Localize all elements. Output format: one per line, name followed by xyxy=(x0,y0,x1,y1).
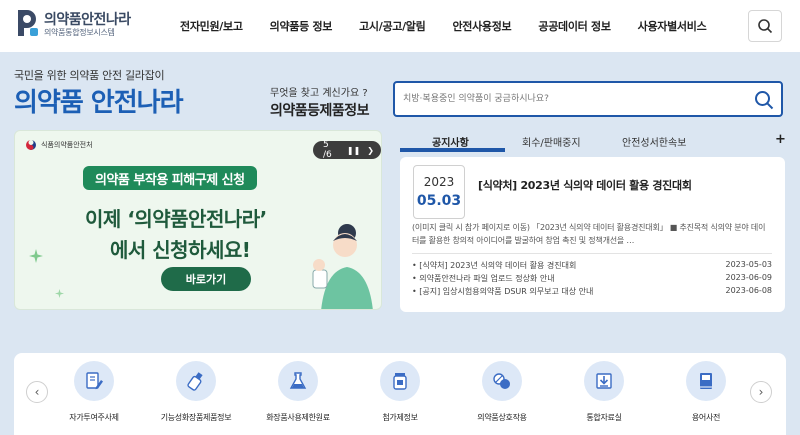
flask-warning-icon xyxy=(289,372,307,389)
logo-mark-icon xyxy=(18,10,38,36)
notice-date: 2023-06-08 xyxy=(725,286,773,295)
nav-item-public-data[interactable]: 공공데이터 정보 xyxy=(538,18,611,34)
quick-item-label: 기능성화장품제품정보 xyxy=(160,413,232,422)
slide-controls: 5 /6 ❚❚ ❯ xyxy=(313,140,381,160)
main-search-box xyxy=(393,81,783,117)
download-icon xyxy=(596,373,612,389)
more-notices-button[interactable]: + xyxy=(775,132,786,147)
search-icon xyxy=(755,91,774,110)
notice-date: 2023-05-03 xyxy=(725,260,773,269)
sparkle-icon xyxy=(55,289,64,298)
quick-item-restricted-ingredients[interactable]: 화장품사용제한원료 xyxy=(248,361,348,423)
search-question: 무엇을 찾고 계신가요 ? xyxy=(270,88,368,99)
quick-item-label: 의약품상호작용 xyxy=(477,413,527,422)
nav-item-user-services[interactable]: 사용자별서비스 xyxy=(638,18,707,34)
site-logo[interactable]: 의약품안전나라 의약품통합정보시스템 xyxy=(14,6,164,44)
list-item[interactable]: • [식약처] 2023년 식의약 데이터 활용 경진대회 2023-05-03 xyxy=(412,260,772,272)
next-icon[interactable]: ❯ xyxy=(367,146,374,155)
quick-item-icon-bg xyxy=(482,361,522,401)
banner-cta-button[interactable]: 바로가기 xyxy=(161,267,251,291)
hero-tagline: 국민을 위한 의약품 안전 길라잡이 xyxy=(14,69,165,82)
search-icon xyxy=(758,19,773,34)
banner-headline-pill: 의약품 부작용 피해구제 신청 xyxy=(83,166,257,190)
featured-date: 2023 05.03 xyxy=(413,165,465,219)
tab-active-indicator xyxy=(400,148,505,152)
notice-card: 2023 05.03 [식약처] 2023년 식의약 데이터 활용 경진대회 (… xyxy=(400,157,785,312)
quick-item-functional-cosmetics[interactable]: 기능성화장품제품정보 xyxy=(146,361,246,423)
woman-illustration-icon xyxy=(312,224,373,309)
cosmetic-tube-icon xyxy=(187,372,203,391)
quick-item-icon-bg xyxy=(176,361,216,401)
header: 의약품안전나라 의약품통합정보시스템 전자민원/보고 의약품등 정보 고시/공고… xyxy=(0,0,800,52)
government-emblem-icon xyxy=(26,140,36,150)
pause-icon[interactable]: ❚❚ xyxy=(347,146,360,155)
main-nav: 전자민원/보고 의약품등 정보 고시/공고/알림 안전사용정보 공공데이터 정보… xyxy=(180,0,733,52)
quick-item-label: 화장품사용제한원료 xyxy=(266,413,330,422)
quick-item-label: 통합자료실 xyxy=(586,413,622,422)
slide-counter: 5 /6 xyxy=(323,140,332,160)
featured-description[interactable]: (이미지 클릭 시 참가 페이지로 이동) 「2023년 식의약 데이터 활용경… xyxy=(412,221,772,247)
quick-item-label: 첨가제정보 xyxy=(382,413,418,422)
header-search-button[interactable] xyxy=(748,10,782,42)
quick-item-glossary[interactable]: 용어사전 xyxy=(656,361,756,423)
nav-item-e-petition[interactable]: 전자민원/보고 xyxy=(180,18,243,34)
quick-item-drug-interaction[interactable]: 의약품상호작용 xyxy=(452,361,552,423)
document-pen-icon xyxy=(86,372,103,390)
notice-list: • [식약처] 2023년 식의약 데이터 활용 경진대회 2023-05-03… xyxy=(412,260,772,299)
notice-tabs: 공지사항 회수/판매중지 안전성서한속보 + xyxy=(400,132,790,152)
banner-text-line2: 에서 신청하세요! xyxy=(110,238,251,262)
nav-item-safe-use[interactable]: 안전사용정보 xyxy=(452,18,511,34)
notice-title: [공지] 임상시험용의약품 DSUR 의무보고 대상 안내 xyxy=(419,287,594,296)
notice-title: 의약품안전나라 파일 업로드 정상화 안내 xyxy=(419,274,555,283)
nav-item-drug-info[interactable]: 의약품등 정보 xyxy=(270,18,333,34)
quick-item-icon-bg xyxy=(686,361,726,401)
tab-safety-letters[interactable]: 안전성서한속보 xyxy=(622,134,686,149)
pill-bottle-icon xyxy=(393,373,407,390)
search-input[interactable] xyxy=(403,83,743,115)
list-item[interactable]: • [공지] 임상시험용의약품 DSUR 의무보고 대상 안내 2023-06-… xyxy=(412,286,772,298)
featured-year: 2023 xyxy=(423,175,455,189)
notice-title: [식약처] 2023년 식의약 데이터 활용 경진대회 xyxy=(419,261,577,270)
banner-text-line1: 이제 ‘의약품안전나라’ xyxy=(85,207,267,231)
banner-org-name: 식품의약품안전처 xyxy=(41,141,93,149)
list-item[interactable]: • 의약품안전나라 파일 업로드 정상화 안내 2023-06-09 xyxy=(412,273,772,285)
banner-org: 식품의약품안전처 xyxy=(25,139,93,151)
quick-item-label: 용어사전 xyxy=(691,413,721,422)
page-title: 의약품 안전나라 xyxy=(14,88,183,118)
quick-item-icon-bg xyxy=(380,361,420,401)
featured-month-day: 05.03 xyxy=(416,193,462,209)
main-search-button[interactable] xyxy=(751,87,777,113)
logo-title: 의약품안전나라 xyxy=(44,12,131,28)
notice-date: 2023-06-09 xyxy=(725,273,773,282)
logo-subtitle: 의약품통합정보시스템 xyxy=(44,28,115,37)
search-category[interactable]: 의약품등제품정보 xyxy=(270,100,370,120)
tab-recall[interactable]: 회수/판매중지 xyxy=(522,134,581,149)
featured-title[interactable]: [식약처] 2023년 식의약 데이터 활용 경진대회 xyxy=(478,177,692,193)
quick-item-label: 자가투여주사제 xyxy=(69,413,119,422)
quick-item-icon-bg xyxy=(278,361,318,401)
promo-banner[interactable]: 식품의약품안전처 5 /6 ❚❚ ❯ 의약품 부작용 피해구제 신청 이제 ‘의… xyxy=(14,130,382,310)
quick-menu: ‹ › 자가투여주사제 기능성화장품제품정보 화장품사용제한원료 첨가제정보 의… xyxy=(14,353,786,435)
book-icon xyxy=(700,373,712,389)
nav-item-notices[interactable]: 고시/공고/알림 xyxy=(359,18,426,34)
divider xyxy=(412,253,772,254)
sparkle-icon xyxy=(29,249,43,263)
quick-item-self-injection[interactable]: 자가투여주사제 xyxy=(44,361,144,423)
tab-notices[interactable]: 공지사항 xyxy=(432,134,469,149)
chevron-left-icon: ‹ xyxy=(34,385,40,399)
quick-item-archive[interactable]: 통합자료실 xyxy=(554,361,654,423)
chevron-right-icon: › xyxy=(758,385,764,399)
quick-item-additives[interactable]: 첨가제정보 xyxy=(350,361,450,423)
quick-item-icon-bg xyxy=(584,361,624,401)
quick-item-icon-bg xyxy=(74,361,114,401)
pills-icon xyxy=(493,373,510,389)
